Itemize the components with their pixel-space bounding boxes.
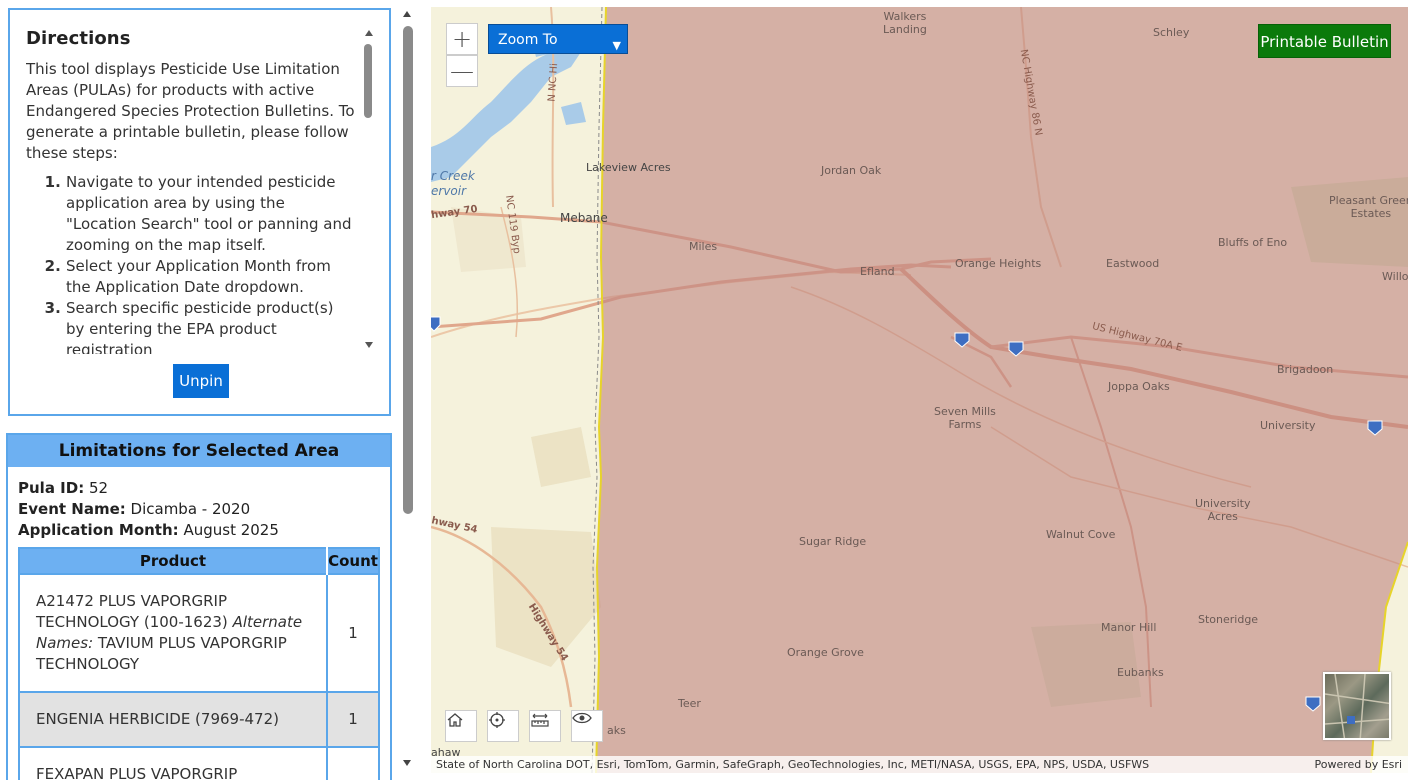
directions-step: Search specific pesticide product(s) by … [66, 298, 356, 354]
zoom-in-button[interactable]: + [446, 23, 478, 55]
product-cell: ENGENIA HERBICIDE (7969-472) [18, 691, 328, 748]
map-label-orange-heights: Orange Heights [955, 257, 1042, 270]
map-label-sugar-ridge: Sugar Ridge [799, 535, 867, 548]
map-view[interactable]: Walkers Landing Schley Lakeview Acres Jo… [431, 7, 1408, 773]
application-month-label: Application Month: [18, 521, 179, 539]
map-label-eubanks: Eubanks [1117, 666, 1164, 679]
attribution-text: State of North Carolina DOT, Esri, TomTo… [436, 758, 1150, 771]
count-cell: 1 [326, 573, 380, 693]
map-label-seven-mills-farms: Seven Mills Farms [934, 405, 996, 431]
limitations-panel: Limitations for Selected Area Pula ID: 5… [6, 433, 392, 780]
basemap-toggle[interactable] [1323, 672, 1391, 740]
scroll-up-arrow-icon[interactable] [365, 30, 373, 36]
map-label-jordan-oak: Jordan Oak [821, 164, 882, 177]
map-label-creek-reservoir: r Creek ervoir [431, 169, 475, 198]
application-month-value: August 2025 [183, 521, 279, 539]
count-cell: 1 [326, 691, 380, 748]
locate-icon [489, 712, 505, 728]
map-label-mebane: Mebane [560, 211, 608, 225]
directions-step: Navigate to your intended pesticide appl… [66, 172, 356, 256]
side-panel: Directions This tool displays Pesticide … [0, 0, 413, 780]
table-row: ENGENIA HERBICIDE (7969-472) 1 [18, 691, 380, 748]
scrollbar-thumb[interactable] [364, 44, 372, 118]
table-row: FEXAPAN PLUS VAPORGRIP [18, 746, 380, 780]
powered-by-esri[interactable]: Powered by Esri [1314, 756, 1402, 773]
map-label-walkers-landing: Walkers Landing [883, 10, 927, 36]
event-name-value: Dicamba - 2020 [130, 500, 251, 518]
home-icon [447, 713, 463, 727]
map-label-teer: Teer [678, 697, 701, 710]
map-label-university-acres: University Acres [1195, 497, 1251, 523]
map-label-oaks: aks [607, 724, 626, 737]
directions-intro: This tool displays Pesticide Use Limitat… [26, 60, 355, 162]
zoom-to-select[interactable]: Zoom To ▼ [488, 24, 628, 54]
scrollbar-thumb[interactable] [403, 26, 413, 514]
map-label-efland: Efland [860, 265, 895, 278]
map-basemap [431, 7, 1408, 773]
map-label-joppa-oaks: Joppa Oaks [1108, 380, 1170, 393]
zoom-out-button[interactable]: — [446, 55, 478, 87]
map-label-schley: Schley [1153, 26, 1190, 39]
scroll-down-arrow-icon[interactable] [403, 760, 411, 766]
event-name-label: Event Name: [18, 500, 126, 518]
satellite-thumbnail-icon [1325, 674, 1389, 738]
pula-id-value: 52 [88, 479, 109, 497]
unpin-button[interactable]: Unpin [173, 364, 229, 398]
directions-steps: Navigate to your intended pesticide appl… [26, 172, 356, 354]
directions-panel: Directions This tool displays Pesticide … [8, 8, 391, 416]
zoom-to-label: Zoom To [498, 32, 558, 48]
product-cell: FEXAPAN PLUS VAPORGRIP [18, 746, 328, 780]
product-cell: A21472 PLUS VAPORGRIP TECHNOLOGY (100-16… [18, 573, 328, 693]
printable-bulletin-button[interactable]: Printable Bulletin [1258, 24, 1391, 58]
map-label-bluffs-of-eno: Bluffs of Eno [1218, 236, 1288, 249]
map-label-manor-hill: Manor Hill [1101, 621, 1157, 634]
limitations-meta: Pula ID: 52 Event Name: Dicamba - 2020 A… [8, 467, 390, 541]
measure-icon [531, 713, 549, 727]
map-label-miles: Miles [689, 240, 718, 253]
map-attribution: State of North Carolina DOT, Esri, TomTo… [431, 756, 1408, 773]
map-label-orange-grove: Orange Grove [787, 646, 864, 659]
measure-button[interactable] [529, 710, 561, 742]
directions-scrollbar[interactable] [364, 30, 374, 348]
scroll-up-arrow-icon[interactable] [403, 11, 411, 17]
map-label-willo: Willo [1382, 270, 1408, 283]
table-row: A21472 PLUS VAPORGRIP TECHNOLOGY (100-16… [18, 573, 380, 693]
home-button[interactable] [445, 710, 477, 742]
limitations-title: Limitations for Selected Area [8, 435, 390, 467]
chevron-down-icon: ▼ [612, 39, 621, 52]
map-label-university: University [1260, 419, 1316, 432]
count-column-header: Count [326, 548, 379, 574]
product-table: Product Count A21472 PLUS VAPORGRIP TECH… [18, 547, 380, 780]
directions-content[interactable]: Directions This tool displays Pesticide … [26, 28, 356, 354]
panel-scrollbar[interactable] [401, 6, 415, 776]
map-label-walnut-cove: Walnut Cove [1046, 528, 1116, 541]
directions-step: Select your Application Month from the A… [66, 256, 356, 298]
layer-visibility-button[interactable] [571, 710, 603, 742]
directions-title: Directions [26, 28, 131, 49]
scroll-down-arrow-icon[interactable] [365, 342, 373, 348]
map-label-lakeview-acres: Lakeview Acres [586, 161, 671, 174]
product-column-header: Product [19, 548, 327, 574]
map-label-eastwood: Eastwood [1106, 257, 1160, 270]
count-cell [326, 746, 380, 780]
pula-id-label: Pula ID: [18, 479, 85, 497]
map-label-pleasant-green: Pleasant Green Estates [1329, 194, 1408, 220]
locate-button[interactable] [487, 710, 519, 742]
eye-icon [572, 712, 592, 724]
map-label-brigadoon: Brigadoon [1277, 363, 1334, 376]
map-label-stoneridge: Stoneridge [1198, 613, 1259, 626]
